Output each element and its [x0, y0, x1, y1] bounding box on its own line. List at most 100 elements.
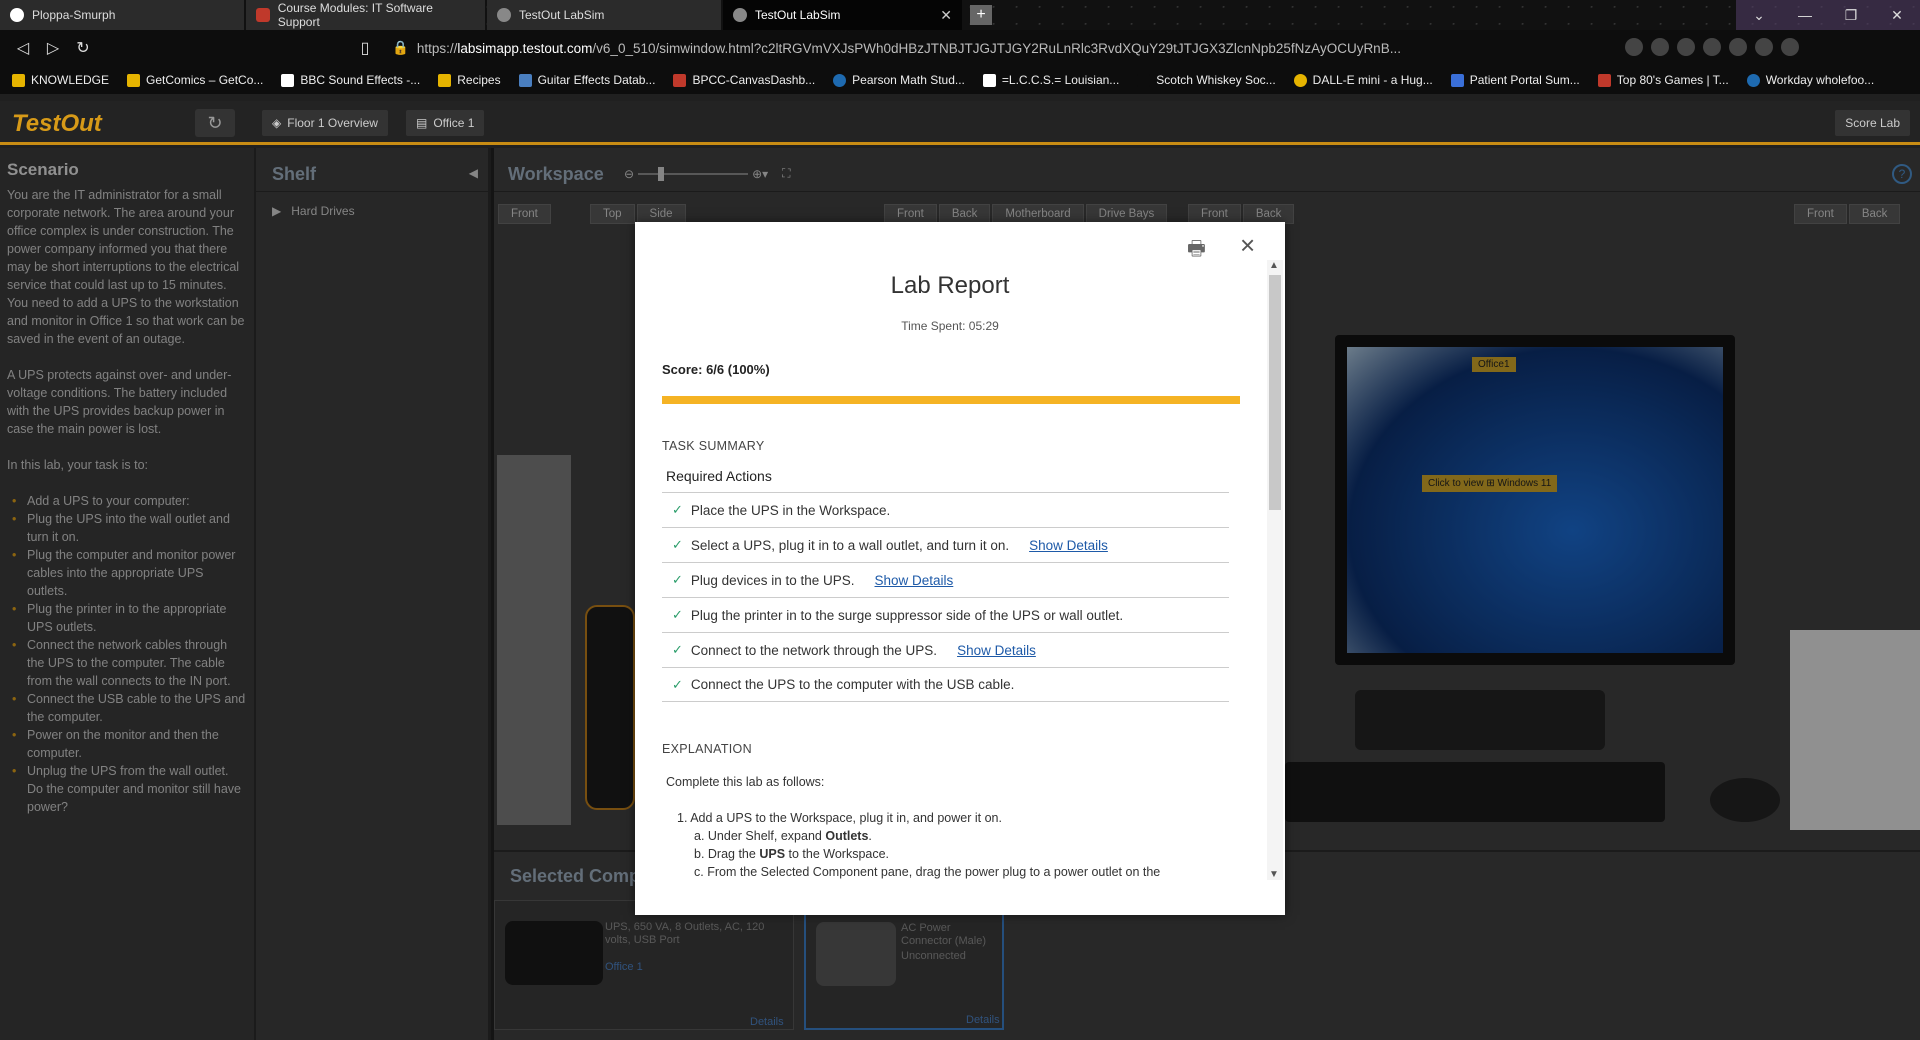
- explanation-body: Complete this lab as follows: 1. Add a U…: [662, 773, 1222, 898]
- menu-icon[interactable]: [1781, 38, 1799, 56]
- browser-tab-bar: Ploppa-Smurph Course Modules: IT Softwar…: [0, 0, 1920, 30]
- bookmark-item[interactable]: KNOWLEDGE: [12, 73, 109, 87]
- scrollbar-thumb[interactable]: [1269, 275, 1281, 510]
- browser-tab-active[interactable]: TestOut LabSim ✕: [723, 0, 963, 30]
- floor-overview-button[interactable]: ◈ Floor 1 Overview: [262, 110, 388, 136]
- tab-title: Ploppa-Smurph: [32, 8, 116, 22]
- browser-nav-bar: ◁ ▷ ↻ ▯ 🔒 https://labsimapp.testout.com /…: [0, 30, 1920, 66]
- pearson-icon: [833, 73, 847, 87]
- canvas-icon: [673, 73, 687, 87]
- task-summary-heading: TASK SUMMARY: [662, 439, 765, 453]
- scotch-icon: [1137, 73, 1151, 87]
- close-tab-icon[interactable]: ✕: [940, 7, 952, 24]
- show-details-link[interactable]: Show Details: [1029, 538, 1108, 553]
- scroll-up-icon[interactable]: ▲: [1269, 260, 1279, 271]
- address-bar[interactable]: 🔒 https://labsimapp.testout.com/v6_0_510…: [392, 34, 1467, 62]
- explanation-step: 1. Add a UPS to the Workspace, plug it i…: [677, 811, 1002, 825]
- restore-icon[interactable]: ❐: [1828, 0, 1874, 30]
- extension-icon[interactable]: [1729, 38, 1747, 56]
- check-icon: ✓: [672, 642, 683, 657]
- close-icon[interactable]: ×: [1240, 230, 1255, 261]
- task-row: ✓ Select a UPS, plug it in to a wall outl…: [662, 527, 1229, 562]
- folder-icon: [438, 73, 452, 87]
- dialog-title: Lab Report: [890, 272, 1010, 299]
- check-icon: ✓: [672, 572, 683, 587]
- task-text: Plug the printer in to the surge suppres…: [690, 607, 1124, 623]
- task-text: Plug devices in to the UPS.: [690, 572, 855, 588]
- explanation-substep: b. Drag the UPS to the Workspace.: [694, 845, 1222, 863]
- reload-icon[interactable]: ↻: [68, 38, 98, 58]
- show-details-link[interactable]: Show Details: [957, 643, 1036, 658]
- bookmark-item[interactable]: Pearson Math Stud...: [833, 73, 965, 87]
- refresh-button[interactable]: ↻: [195, 109, 235, 137]
- bookmark-icon[interactable]: ▯: [350, 38, 380, 58]
- show-details-link[interactable]: Show Details: [875, 573, 954, 588]
- bookmark-label: BPCC-CanvasDashb...: [692, 73, 816, 87]
- office-label: Office 1: [433, 116, 475, 130]
- bookmark-label: GetComics – GetCo...: [146, 73, 264, 87]
- substep-text: b. Drag the: [694, 847, 760, 861]
- minimize-icon[interactable]: —: [1782, 0, 1828, 30]
- bookmark-item[interactable]: Scotch Whiskey Soc...: [1137, 73, 1276, 87]
- scroll-down-icon[interactable]: ▼: [1269, 869, 1279, 880]
- url-prefix: https://: [416, 40, 458, 56]
- bookmark-label: Top 80's Games | T...: [1616, 73, 1729, 87]
- task-text: Connect to the network through the UPS.: [690, 642, 938, 658]
- new-tab-button[interactable]: +: [970, 5, 992, 25]
- url-domain: labsimapp.testout.com: [457, 40, 593, 56]
- tab-title: TestOut LabSim: [519, 8, 605, 22]
- substep-bold: UPS: [759, 847, 786, 861]
- bookmark-item[interactable]: Top 80's Games | T...: [1597, 73, 1729, 87]
- lccs-icon: [982, 73, 996, 87]
- print-icon[interactable]: 🖶: [1187, 234, 1206, 268]
- check-icon: ✓: [672, 502, 683, 517]
- testout-icon: [497, 8, 511, 22]
- explanation-heading: EXPLANATION: [662, 742, 752, 756]
- bookmark-item[interactable]: Patient Portal Sum...: [1450, 73, 1580, 87]
- task-row: ✓ Connect the UPS to the computer with th…: [662, 667, 1229, 702]
- bookmark-item[interactable]: BBC Sound Effects -...: [281, 73, 420, 87]
- bookmark-item[interactable]: GetComics – GetCo...: [127, 73, 263, 87]
- task-row: ✓ Place the UPS in the Workspace.: [662, 492, 1229, 527]
- bookmark-item[interactable]: Workday wholefoo...: [1746, 73, 1874, 87]
- bookmark-item[interactable]: BPCC-CanvasDashb...: [673, 73, 815, 87]
- extension-icon[interactable]: [1625, 38, 1643, 56]
- workday-icon: [1746, 73, 1760, 87]
- bookmark-label: BBC Sound Effects -...: [300, 73, 421, 87]
- office-button[interactable]: ▤ Office 1: [406, 110, 485, 136]
- score-lab-button[interactable]: Score Lab: [1835, 110, 1910, 136]
- tab-search-icon[interactable]: ⌄: [1736, 0, 1782, 30]
- layers-icon: ◈: [272, 116, 282, 130]
- tab-title: TestOut LabSim: [755, 8, 841, 22]
- score-label: Score: 6/6 (100%): [662, 362, 770, 377]
- bookmark-item[interactable]: DALL-E mini - a Hug...: [1293, 73, 1433, 87]
- required-actions-heading: Required Actions: [666, 468, 772, 484]
- floor-label: Floor 1 Overview: [287, 116, 378, 130]
- task-row: ✓ Connect to the network through the UPS.…: [662, 632, 1229, 667]
- huggingface-icon: [1293, 73, 1307, 87]
- bbc-icon: [281, 73, 295, 87]
- score-bar-fill: [662, 396, 1240, 404]
- back-icon[interactable]: ◁: [8, 38, 38, 58]
- task-text: Place the UPS in the Workspace.: [690, 502, 891, 518]
- bookmark-item[interactable]: Guitar Effects Datab...: [518, 73, 655, 87]
- extension-icon[interactable]: [1677, 38, 1695, 56]
- tab-title: Course Modules: IT Software Support: [277, 1, 433, 29]
- bookmark-label: Patient Portal Sum...: [1469, 73, 1580, 87]
- bookmark-label: =L.C.C.S.= Louisian...: [1001, 73, 1120, 87]
- games-icon: [1597, 73, 1611, 87]
- close-window-icon[interactable]: ✕: [1874, 0, 1920, 30]
- browser-tab[interactable]: Ploppa-Smurph: [0, 0, 245, 30]
- bookmark-item[interactable]: =L.C.C.S.= Louisian...: [982, 73, 1120, 87]
- extension-icon[interactable]: [1703, 38, 1721, 56]
- browser-tab[interactable]: TestOut LabSim: [487, 0, 722, 30]
- browser-tab[interactable]: Course Modules: IT Software Support: [246, 0, 486, 30]
- testout-icon: [733, 8, 747, 22]
- forward-icon[interactable]: ▷: [38, 38, 68, 58]
- extension-icon[interactable]: [1651, 38, 1669, 56]
- puzzle-icon[interactable]: [1755, 38, 1773, 56]
- lab-report-dialog: 🖶 × Lab Report Time Spent: 05:29 Score: …: [635, 222, 1285, 915]
- dialog-scrollbar[interactable]: ▲ ▼: [1267, 260, 1283, 880]
- bookmark-item[interactable]: Recipes: [438, 73, 501, 87]
- task-row: ✓ Plug devices in to the UPS. Show Details: [662, 562, 1229, 597]
